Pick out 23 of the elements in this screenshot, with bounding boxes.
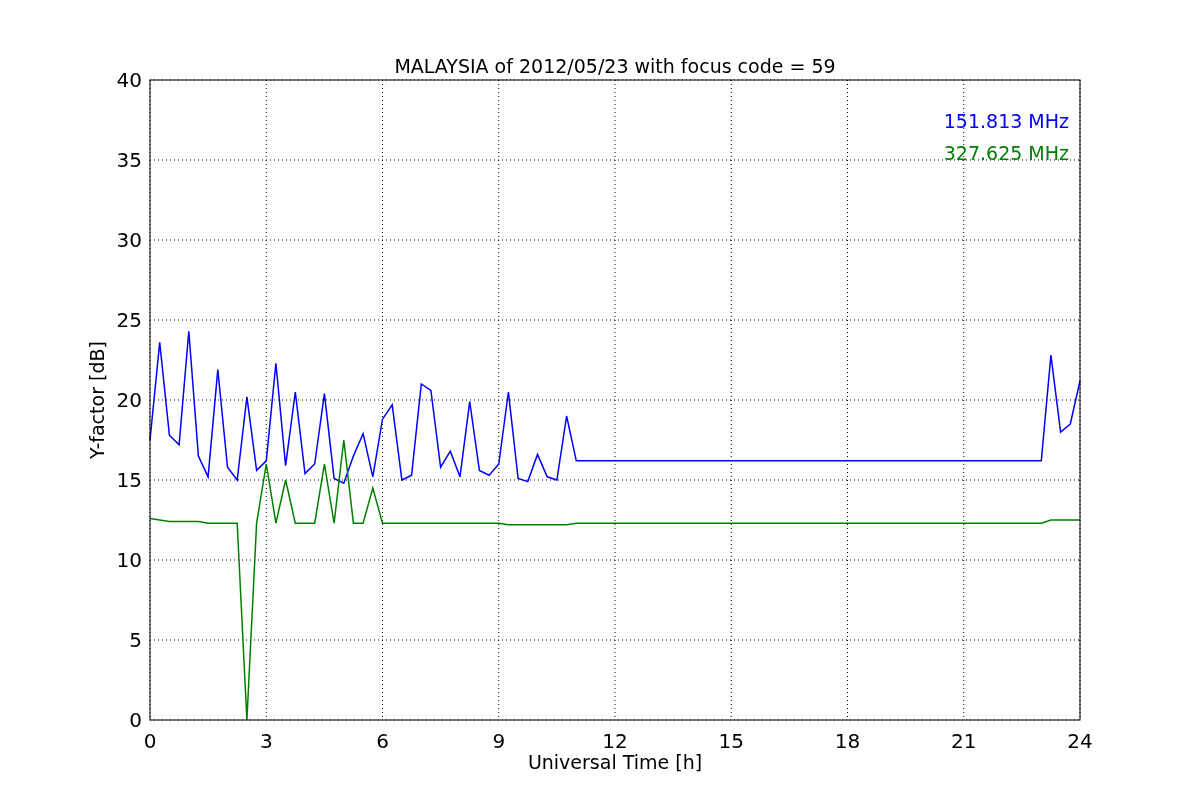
legend-label: 327.625 MHz [943,142,1069,164]
tick-label: 24 [1067,729,1093,753]
tick-label: 0 [143,729,157,753]
tick-label: 12 [602,729,628,753]
tick-label: 25 [116,308,142,332]
tick-label: 3 [259,729,273,753]
tick-label: 6 [376,729,389,753]
tick-label: 15 [718,729,744,753]
tick-label: 9 [492,729,506,753]
tick-label: 35 [116,148,142,172]
tick-label: 15 [116,468,142,492]
legend-label: 151.813 MHz [943,110,1069,132]
tick-label: 20 [116,388,142,412]
tick-label: 10 [116,548,142,572]
tick-label: 5 [129,628,142,652]
tick-label: 30 [116,228,142,252]
chart-title: MALAYSIA of 2012/05/23 with focus code = 59 [394,55,836,77]
tick-label: 18 [834,729,861,753]
tick-label: 21 [951,729,977,753]
y-axis-label: Y-factor [dB] [86,341,108,459]
tick-label: 0 [129,708,142,732]
x-axis-label: Universal Time [h] [527,751,703,773]
tick-label: 40 [116,68,142,92]
